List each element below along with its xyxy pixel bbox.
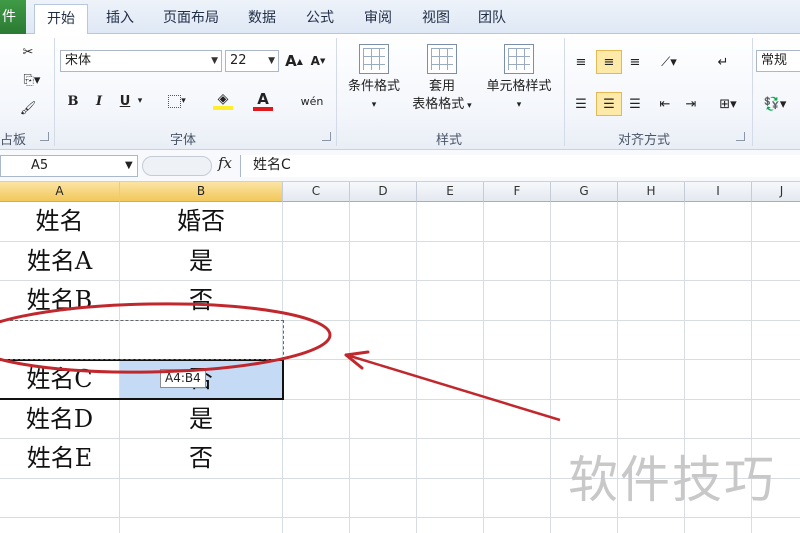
watermark-text: 软件技巧 bbox=[568, 451, 776, 509]
excel-window: 件 开始 插入 页面布局 数据 公式 审阅 视图 团队 ✂ ⎘▾ 🖌 占板 宋体… bbox=[0, 0, 800, 533]
highlight-ellipse bbox=[0, 302, 332, 374]
arrow-shaft bbox=[349, 354, 561, 422]
